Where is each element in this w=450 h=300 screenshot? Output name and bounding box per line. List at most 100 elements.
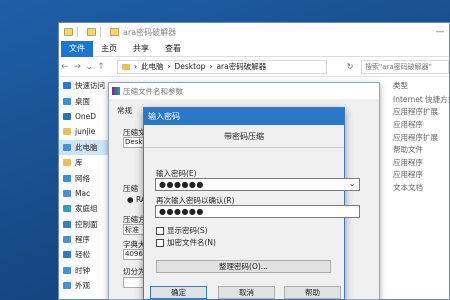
window-title: ara密码破解器 <box>123 27 177 37</box>
nav-item[interactable]: 网络 <box>59 170 111 185</box>
nav-item[interactable]: Mac <box>59 186 111 201</box>
nav-item[interactable]: 时钟 <box>59 263 111 278</box>
back-arrow-icon[interactable]: ← <box>59 62 71 72</box>
chevron-right-icon: › <box>209 62 213 71</box>
chevron-down-icon[interactable]: ⌄ <box>349 179 356 188</box>
password-dialog-title: 输入密码 <box>144 108 344 125</box>
file-type-cell: 应用程序 <box>393 119 423 129</box>
breadcrumb-desktop[interactable]: Desktop <box>175 62 206 71</box>
file-type-cell: 帮助文件 <box>393 145 423 155</box>
compression-method-select[interactable]: 标准 <box>123 224 145 235</box>
file-type-cell: 应用程序 <box>393 157 423 167</box>
library-icon <box>63 159 71 167</box>
encrypt-filenames-checkbox[interactable]: 加密文件名(N) <box>156 237 216 248</box>
enter-password-dialog: 输入密码 带密码压缩 输入密码(E) ●●●●●● ⌄ 再次输入密码以确认(R)… <box>143 107 360 300</box>
nav-item-label: 此电脑 <box>75 142 98 152</box>
navigation-pane: 快速访问 桌面 OneD junjie 此电脑库网络 Mac 家庭组控制面程序轻松时钟外观 <box>59 78 111 299</box>
ribbon-tabs: 文件 主页 共享 查看 <box>59 40 449 57</box>
nav-item[interactable]: 家庭组 <box>59 201 111 216</box>
winrar-icon <box>112 87 120 95</box>
control-panel-icon <box>63 220 71 228</box>
archive-name-field[interactable]: Deskt <box>123 137 145 148</box>
desktop-icon <box>63 97 71 105</box>
nav-item-label: 程序 <box>75 235 90 245</box>
file-type-cell: 文本文档 <box>393 182 423 192</box>
archive-dialog-title: 压缩文件名和参数 <box>123 86 183 96</box>
show-password-label: 显示密码(S) <box>167 226 208 235</box>
tab-share[interactable]: 共享 <box>125 41 157 57</box>
programs-icon <box>63 236 71 244</box>
help-button[interactable]: 帮助 <box>284 286 341 299</box>
password-input[interactable]: ●●●●●● ⌄ <box>155 178 360 191</box>
ease-access-icon <box>63 251 71 259</box>
minimize-icon[interactable]: — <box>431 27 449 37</box>
type-column: 类型 Internet 快捷方式 应用程序扩展 应用程序 应用程序扩展 帮助文件 应用程序… <box>391 78 450 194</box>
file-type-cell: Internet 快捷方式 <box>393 94 450 104</box>
nav-item[interactable]: 快速访问 <box>59 78 111 93</box>
split-volume-select[interactable] <box>123 277 145 288</box>
ok-button[interactable]: 确定 <box>150 286 207 299</box>
file-type-cell: 应用程序扩展 <box>393 107 438 117</box>
nav-item[interactable]: OneD <box>59 109 111 124</box>
show-password-checkbox[interactable]: 显示密码(S) <box>156 225 208 236</box>
nav-item-label: OneD <box>75 111 97 121</box>
refresh-icon[interactable]: ↻ <box>343 62 357 71</box>
tab-file[interactable]: 文件 <box>61 40 93 57</box>
chevron-right-icon: › <box>134 62 137 71</box>
nav-item-label: Mac <box>75 188 91 198</box>
new-folder-icon[interactable] <box>110 28 119 36</box>
nav-item[interactable]: 此电脑 <box>59 139 111 155</box>
confirm-password-input[interactable]: ●●●●●● <box>155 205 360 218</box>
nav-item[interactable]: 控制面 <box>59 217 111 232</box>
file-type-cell: 应用程序 <box>393 170 423 180</box>
nav-item-label: 家庭组 <box>75 204 98 214</box>
organize-passwords-button[interactable]: 整理密码(O)... <box>156 260 331 273</box>
address-bar[interactable]: › 此电脑 › Desktop › ara密码破解器 <box>117 59 327 74</box>
tab-view[interactable]: 查看 <box>157 41 189 57</box>
star-icon <box>63 82 71 90</box>
checkbox-icon[interactable] <box>156 238 164 247</box>
nav-item[interactable]: 库 <box>59 155 111 170</box>
appearance-icon <box>63 282 71 290</box>
breadcrumb-this-pc[interactable]: 此电脑 <box>141 61 164 72</box>
divider <box>100 27 101 37</box>
nav-item-label: 时钟 <box>75 265 90 275</box>
folder-icon <box>122 63 130 70</box>
nav-item[interactable]: junjie <box>59 124 111 139</box>
nav-item-label: junjie <box>75 127 96 137</box>
up-arrow-icon[interactable]: ↑ <box>95 62 107 72</box>
clock-icon <box>63 266 71 274</box>
divider <box>77 27 78 37</box>
dictionary-size-select[interactable]: 4096 <box>123 249 145 260</box>
properties-icon[interactable] <box>87 28 96 36</box>
nav-item[interactable]: 程序 <box>59 232 111 247</box>
search-input[interactable]: 搜索"ara密码破解器" <box>361 59 449 74</box>
nav-item-label: 外观 <box>75 281 90 291</box>
archive-format-label: 压缩 <box>123 184 138 193</box>
divider <box>144 147 344 148</box>
type-column-header[interactable]: 类型 <box>391 78 450 93</box>
explorer-titlebar: ara密码破解器 — <box>59 23 449 41</box>
forward-arrow-icon[interactable]: → <box>71 62 83 72</box>
network-icon <box>63 174 71 182</box>
nav-item[interactable]: 桌面 <box>59 93 111 108</box>
confirm-password-value: ●●●●●● <box>159 207 204 216</box>
password-dialog-subtitle: 带密码压缩 <box>224 132 264 141</box>
tab-general[interactable]: 常规 <box>117 105 132 116</box>
folder-icon <box>64 28 73 36</box>
password-value: ●●●●●● <box>159 180 204 189</box>
cancel-button[interactable]: 取消 <box>218 286 275 299</box>
tab-home[interactable]: 主页 <box>93 41 125 57</box>
checkbox-icon[interactable] <box>156 226 164 235</box>
nav-item[interactable]: 轻松 <box>59 247 111 262</box>
nav-item-label: 轻松 <box>75 250 90 260</box>
computer-icon <box>63 143 71 151</box>
breadcrumb-current-folder[interactable]: ara密码破解器 <box>216 61 266 72</box>
homegroup-icon <box>63 205 71 213</box>
nav-item-label: 控制面 <box>75 219 98 229</box>
chevron-down-icon[interactable]: ⌄ <box>83 62 95 72</box>
computer-icon <box>63 189 71 197</box>
nav-item-label: 网络 <box>75 173 90 183</box>
nav-item[interactable]: 外观 <box>59 278 111 293</box>
chevron-right-icon: › <box>167 62 171 71</box>
